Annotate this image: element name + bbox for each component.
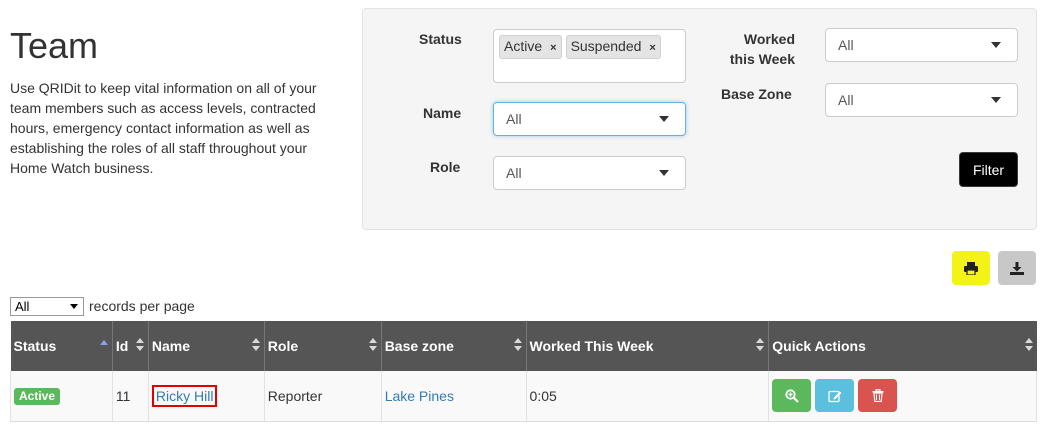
column-header-status[interactable]: Status xyxy=(10,321,113,371)
sort-icon xyxy=(1024,338,1033,352)
edit-icon xyxy=(828,390,842,402)
status-tag-label: Suspended xyxy=(570,38,642,54)
page-title: Team xyxy=(10,25,99,66)
remove-tag-icon[interactable]: × xyxy=(649,42,655,54)
status-tag-label: Active xyxy=(504,38,543,54)
status-tag-active: Active × xyxy=(499,35,562,59)
worked-select-value: All xyxy=(838,37,854,53)
print-button[interactable] xyxy=(952,251,990,285)
records-per-page-select[interactable]: All xyxy=(10,297,84,316)
chevron-down-icon xyxy=(70,304,78,309)
column-header-label: Role xyxy=(267,338,299,354)
status-multiselect[interactable]: Active × Suspended × xyxy=(493,29,686,83)
records-per-page-label: records per page xyxy=(89,298,195,314)
remove-tag-icon[interactable]: × xyxy=(550,42,556,54)
column-header-label: Id xyxy=(115,338,129,354)
column-header-base-zone[interactable]: Base zone xyxy=(381,321,527,371)
base-zone-filter-label: Base Zone xyxy=(721,86,792,102)
column-header-label: Worked This Week xyxy=(529,338,654,354)
worked-filter-label: Worked this Week xyxy=(725,29,795,69)
status-badge: Active xyxy=(14,387,61,405)
filter-button[interactable]: Filter xyxy=(959,152,1018,187)
chevron-down-icon xyxy=(991,42,1001,48)
name-filter-label: Name xyxy=(423,105,462,121)
view-button[interactable] xyxy=(772,379,812,413)
records-per-page-value: All xyxy=(15,299,30,314)
delete-button[interactable] xyxy=(858,379,898,413)
download-icon xyxy=(1010,261,1024,275)
table-header-row: Status Id Name Role Base zone Worked Thi… xyxy=(10,321,1037,371)
page-intro: Use QRIDit to keep vital information on … xyxy=(10,80,317,176)
role-select-value: All xyxy=(506,165,522,181)
status-filter-label: Status xyxy=(419,31,462,47)
column-header-id[interactable]: Id xyxy=(112,321,149,371)
column-header-name[interactable]: Name xyxy=(148,321,265,371)
status-tag-suspended: Suspended × xyxy=(565,35,661,59)
worked-select[interactable]: All xyxy=(825,28,1018,62)
sort-icon xyxy=(135,338,144,352)
edit-button[interactable] xyxy=(815,379,855,413)
sort-icon xyxy=(756,338,765,352)
sort-asc-icon xyxy=(99,338,108,352)
column-header-label: Status xyxy=(13,338,57,354)
column-header-role[interactable]: Role xyxy=(264,321,382,371)
role-cell: Reporter xyxy=(264,371,382,422)
base-zone-link[interactable]: Lake Pines xyxy=(385,388,454,404)
chevron-down-icon xyxy=(659,116,669,122)
name-select[interactable]: All xyxy=(493,102,686,136)
column-header-label: Name xyxy=(151,338,191,354)
quick-actions-cell xyxy=(768,371,1037,422)
name-cell: Ricky Hill xyxy=(148,371,265,422)
team-table: Status Id Name Role Base zone Worked Thi… xyxy=(10,321,1037,422)
trash-icon xyxy=(872,389,884,403)
name-select-value: All xyxy=(506,111,522,127)
base-zone-cell: Lake Pines xyxy=(381,371,527,422)
sort-icon xyxy=(368,338,377,352)
column-header-quick-actions[interactable]: Quick Actions xyxy=(768,321,1037,371)
worked-cell: 0:05 xyxy=(526,371,770,422)
status-cell: Active xyxy=(10,371,113,422)
chevron-down-icon xyxy=(991,97,1001,103)
role-select[interactable]: All xyxy=(493,156,686,190)
column-header-label: Base zone xyxy=(384,338,454,354)
name-highlight-box: Ricky Hill xyxy=(151,384,218,407)
column-header-worked[interactable]: Worked This Week xyxy=(526,321,770,371)
worked-label-line2: this Week xyxy=(729,51,795,67)
sort-icon xyxy=(513,338,522,352)
id-cell: 11 xyxy=(112,371,149,422)
search-plus-icon xyxy=(785,389,799,403)
sort-icon xyxy=(251,338,260,352)
filter-panel: Status Active × Suspended × Name All Role A… xyxy=(362,8,1037,230)
base-zone-select-value: All xyxy=(838,92,854,108)
worked-label-line1: Worked xyxy=(743,31,795,47)
chevron-down-icon xyxy=(659,170,669,176)
base-zone-select[interactable]: All xyxy=(825,83,1018,117)
download-button[interactable] xyxy=(998,251,1036,285)
table-row: Active 11 Ricky Hill Reporter Lake Pines… xyxy=(10,371,1037,422)
column-header-label: Quick Actions xyxy=(772,338,866,354)
role-filter-label: Role xyxy=(430,159,461,175)
member-name-link[interactable]: Ricky Hill xyxy=(156,388,214,404)
print-icon xyxy=(964,261,978,275)
